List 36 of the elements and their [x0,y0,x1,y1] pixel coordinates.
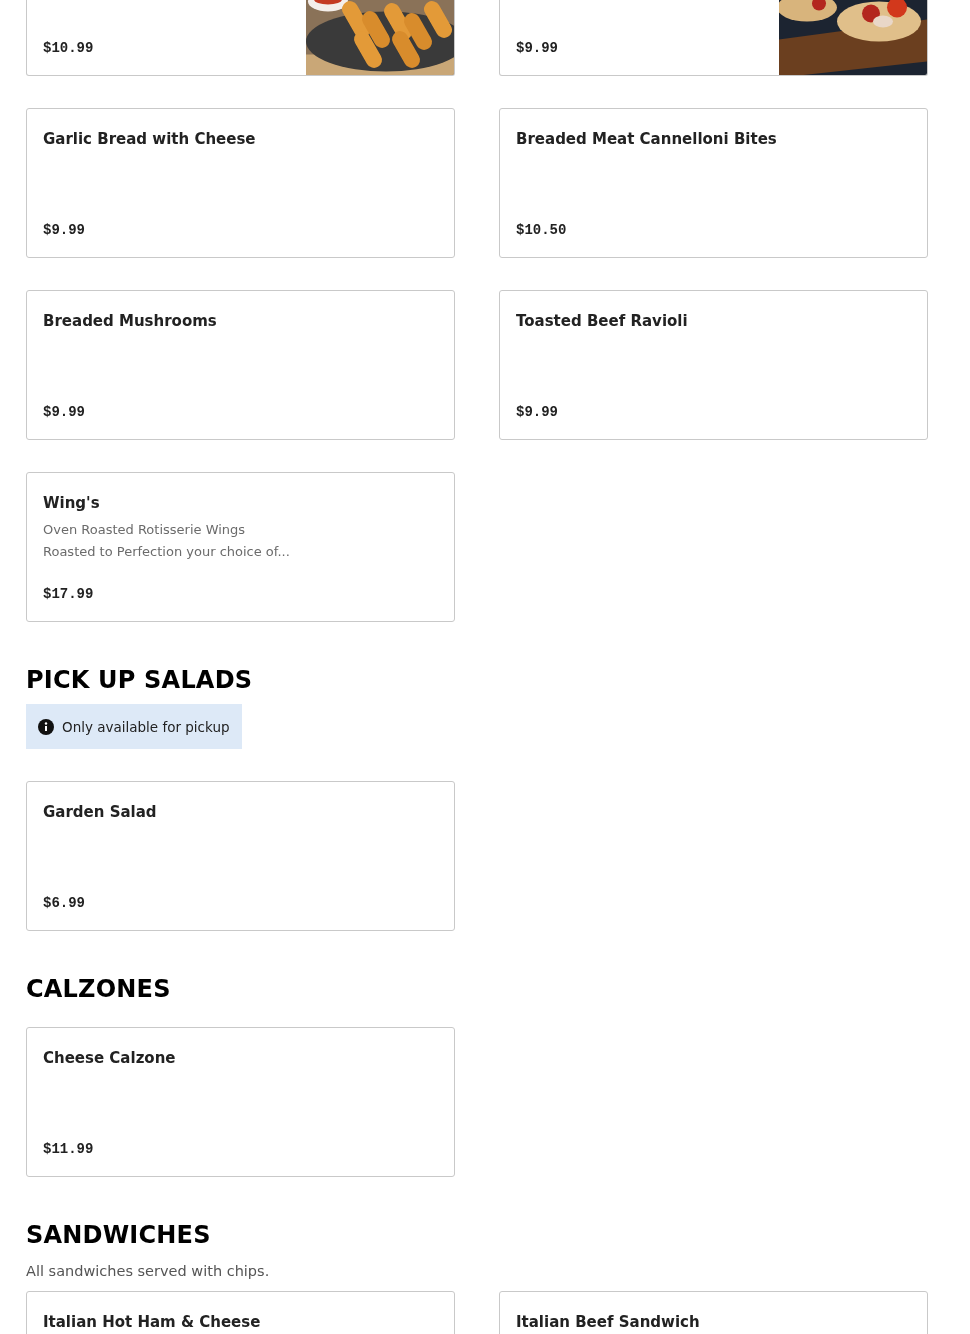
menu-item-card[interactable]: Toasted Beef Ravioli $9.99 [499,290,928,440]
menu-item-card[interactable]: Breaded Meat Cannelloni Bites $10.50 [499,108,928,258]
menu-item-card[interactable]: Italian Hot Ham & Cheese [26,1291,455,1334]
item-name: Cheese Calzone [43,1048,177,1068]
item-name: Toasted Beef Ravioli [516,311,689,331]
section-subtitle: All sandwiches served with chips. [26,1263,271,1279]
item-name: Breaded Meat Cannelloni Bites [516,129,778,149]
item-price: $6.99 [43,894,86,913]
item-name: Italian Hot Ham & Cheese [43,1312,262,1332]
menu-item-card[interactable]: Garden Salad $6.99 [26,781,455,931]
menu-item-card[interactable]: Cheese Calzone $11.99 [26,1027,455,1177]
item-name: Wing's [43,493,101,513]
item-price: $9.99 [43,403,86,422]
info-icon [38,718,54,735]
item-price: $10.99 [43,39,95,58]
item-name: Garden Salad [43,802,158,822]
item-name: Italian Beef Sandwich [516,1312,701,1332]
item-description: Oven Roasted Rotisserie Wings Roasted to Perfection your choice of... [43,521,291,561]
item-name: Breaded Mushrooms [43,311,218,331]
menu-item-card[interactable]: Wing's Oven Roasted Rotisserie Wings Roasted to Perfection your choice of... $17.99 [26,472,455,622]
item-price: $10.50 [516,221,568,240]
section-heading: CALZONES [26,974,172,1005]
menu-item-card[interactable]: $9.99 [499,0,928,76]
item-price: $11.99 [43,1140,95,1159]
menu-item-card[interactable]: Garlic Bread with Cheese $9.99 [26,108,455,258]
item-price: $9.99 [516,39,559,58]
item-price: $17.99 [43,585,95,604]
item-name: Garlic Bread with Cheese [43,129,257,149]
menu-item-card[interactable]: Italian Beef Sandwich [499,1291,928,1334]
notice-text: Only available for pickup [62,718,230,735]
section-heading: SANDWICHES [26,1220,212,1251]
section-heading: PICK UP SALADS [26,665,254,696]
menu-item-card[interactable]: $10.99 [26,0,455,76]
menu-item-card[interactable]: Breaded Mushrooms $9.99 [26,290,455,440]
item-price: $9.99 [43,221,86,240]
item-price: $9.99 [516,403,559,422]
